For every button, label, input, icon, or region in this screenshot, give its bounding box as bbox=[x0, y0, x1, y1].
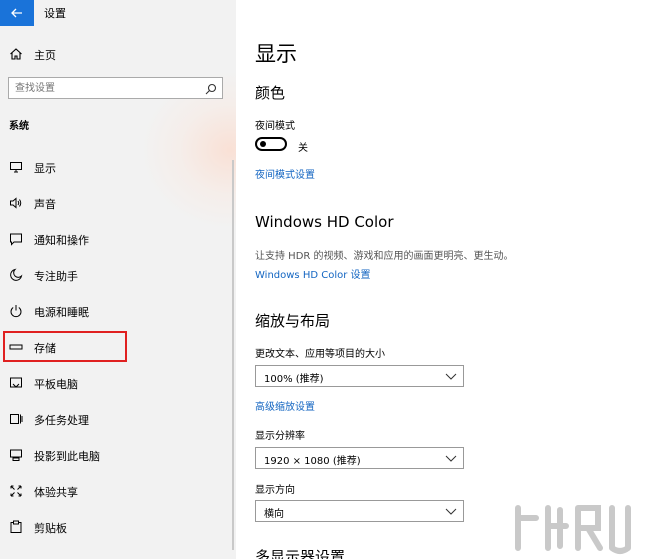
back-button[interactable] bbox=[0, 0, 34, 26]
sidebar-scrollbar[interactable] bbox=[232, 160, 234, 550]
resolution-dropdown[interactable]: 1920 × 1080 (推荐) bbox=[255, 447, 464, 469]
scale-label: 更改文本、应用等项目的大小 bbox=[255, 349, 385, 360]
multitask-icon bbox=[8, 411, 24, 427]
moon-icon bbox=[8, 267, 24, 283]
search-field[interactable] bbox=[8, 77, 223, 99]
share-icon bbox=[8, 483, 24, 499]
section-heading: 系统 bbox=[9, 121, 29, 132]
sidebar-item-focus-assist[interactable]: 专注助手 bbox=[0, 260, 232, 290]
back-arrow-icon bbox=[11, 8, 22, 18]
sidebar-item-shared-experiences[interactable]: 体验共享 bbox=[0, 476, 232, 506]
home-label: 主页 bbox=[34, 49, 56, 62]
sidebar-item-clipboard[interactable]: 剪贴板 bbox=[0, 512, 232, 542]
sidebar-item-label: 平板电脑 bbox=[34, 378, 78, 391]
chevron-down-icon bbox=[445, 373, 457, 380]
sidebar-item-project[interactable]: 投影到此电脑 bbox=[0, 440, 232, 470]
sidebar-item-multitasking[interactable]: 多任务处理 bbox=[0, 404, 232, 434]
night-light-toggle[interactable] bbox=[255, 137, 287, 151]
speaker-icon bbox=[8, 195, 24, 211]
night-light-settings-link[interactable]: 夜间模式设置 bbox=[255, 166, 315, 181]
sidebar-item-label: 电源和睡眠 bbox=[34, 306, 89, 319]
sidebar-item-sound[interactable]: 声音 bbox=[0, 188, 232, 218]
color-heading: 颜色 bbox=[255, 84, 286, 102]
watermark-logo bbox=[515, 505, 631, 554]
sidebar-item-home[interactable]: 主页 bbox=[0, 40, 232, 68]
notification-icon bbox=[8, 231, 24, 247]
resolution-label: 显示分辨率 bbox=[255, 431, 305, 442]
scale-value: 100% (推荐) bbox=[264, 374, 324, 385]
chevron-down-icon bbox=[445, 455, 457, 462]
orientation-value: 横向 bbox=[264, 509, 284, 520]
sidebar-item-tablet[interactable]: 平板电脑 bbox=[0, 368, 232, 398]
sidebar-item-display[interactable]: 显示 bbox=[0, 152, 232, 182]
project-icon bbox=[8, 447, 24, 463]
home-icon bbox=[8, 46, 24, 62]
resolution-value: 1920 × 1080 (推荐) bbox=[264, 456, 361, 467]
sidebar-item-label: 体验共享 bbox=[34, 486, 78, 499]
scale-heading: 缩放与布局 bbox=[255, 312, 331, 330]
sidebar-item-label: 剪贴板 bbox=[34, 522, 67, 535]
sidebar-item-power[interactable]: 电源和睡眠 bbox=[0, 296, 232, 326]
orientation-label: 显示方向 bbox=[255, 485, 295, 496]
hdr-heading: Windows HD Color bbox=[255, 213, 394, 231]
search-input[interactable] bbox=[15, 81, 200, 95]
sidebar: 设置 主页 系统 显示 声音 通知和操作 bbox=[0, 0, 236, 559]
toggle-state: 关 bbox=[298, 143, 308, 154]
sidebar-item-label: 投影到此电脑 bbox=[34, 450, 100, 463]
page-title: 显示 bbox=[255, 42, 297, 66]
night-light-label: 夜间模式 bbox=[255, 121, 295, 132]
scale-dropdown[interactable]: 100% (推荐) bbox=[255, 365, 464, 387]
clipboard-icon bbox=[8, 519, 24, 535]
main-panel: 显示 颜色 夜间模式 关 夜间模式设置 Windows HD Color 让支持… bbox=[236, 0, 650, 559]
advanced-scaling-link[interactable]: 高级缩放设置 bbox=[255, 398, 315, 413]
hdr-settings-link[interactable]: Windows HD Color 设置 bbox=[255, 266, 371, 281]
sidebar-item-notifications[interactable]: 通知和操作 bbox=[0, 224, 232, 254]
sidebar-item-label: 通知和操作 bbox=[34, 234, 89, 247]
sidebar-item-label: 声音 bbox=[34, 198, 56, 211]
selection-highlight bbox=[3, 331, 127, 362]
app-title: 设置 bbox=[44, 7, 66, 20]
sidebar-item-label: 显示 bbox=[34, 162, 56, 175]
chevron-down-icon bbox=[445, 508, 457, 515]
hdr-description: 让支持 HDR 的视频、游戏和应用的画面更明亮、更生动。 bbox=[255, 251, 514, 262]
settings-window: 设置 主页 系统 显示 声音 通知和操作 bbox=[0, 0, 650, 559]
multiple-displays-heading: 多显示器设置 bbox=[255, 548, 346, 559]
search-icon[interactable] bbox=[204, 81, 218, 95]
tablet-icon bbox=[8, 375, 24, 391]
sidebar-item-label: 多任务处理 bbox=[34, 414, 89, 427]
sidebar-item-label: 专注助手 bbox=[34, 270, 78, 283]
orientation-dropdown[interactable]: 横向 bbox=[255, 500, 464, 522]
power-icon bbox=[8, 303, 24, 319]
monitor-icon bbox=[8, 159, 24, 175]
